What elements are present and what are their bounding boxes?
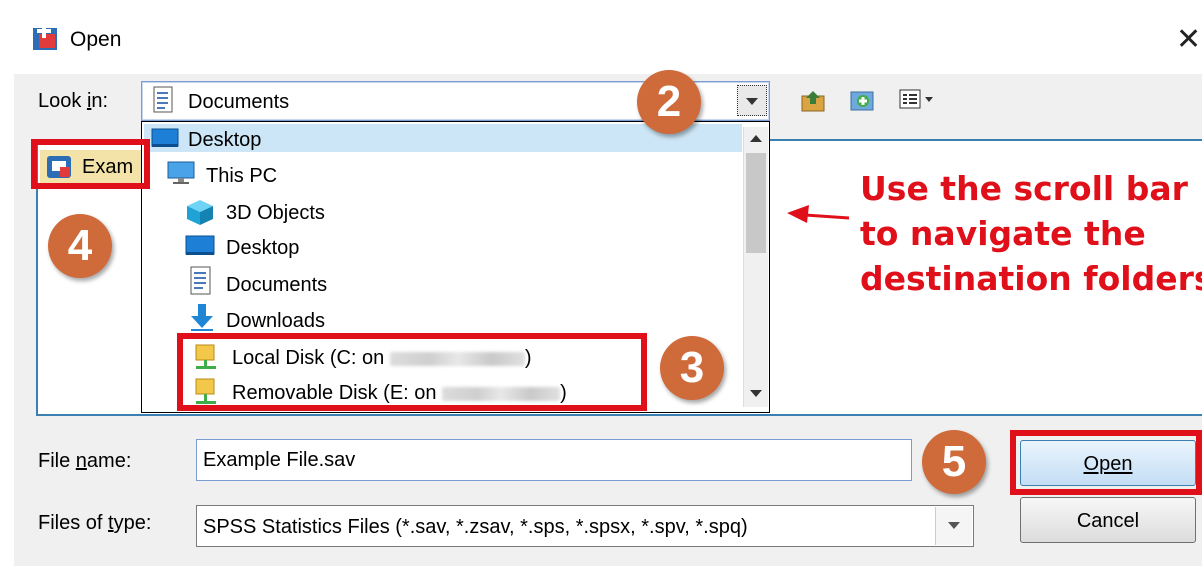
spss-app-icon — [33, 24, 57, 50]
dropdown-item-label[interactable]: 3D Objects — [226, 203, 325, 223]
dropdown-item-label[interactable]: Desktop — [226, 238, 299, 258]
step-badge-4: 4 — [48, 214, 112, 278]
scroll-down-icon[interactable] — [747, 386, 765, 402]
cube-icon — [187, 200, 213, 225]
annotation-text: Use the scroll bar to navigate the desti… — [860, 169, 1202, 298]
open-button[interactable]: Open — [1020, 440, 1196, 486]
file-type-label: Files of type: — [38, 512, 152, 534]
cancel-button[interactable]: Cancel — [1020, 497, 1196, 543]
title-bar — [0, 0, 1202, 74]
scroll-up-icon[interactable] — [747, 130, 765, 146]
scrollbar-thumb[interactable] — [746, 153, 766, 253]
highlight-box-drives — [177, 333, 647, 411]
step-badge-5: 5 — [922, 430, 986, 494]
chevron-down-icon — [746, 98, 758, 105]
highlight-box-file — [31, 139, 150, 189]
close-icon[interactable]: ✕ — [1176, 22, 1201, 57]
document-icon — [190, 266, 211, 295]
dropdown-item-label[interactable]: Downloads — [226, 311, 325, 331]
file-name-input[interactable] — [196, 439, 912, 481]
dropdown-item-label[interactable]: Desktop — [188, 130, 261, 150]
dropdown-item-label[interactable]: This PC — [206, 166, 277, 186]
look-in-value: Documents — [188, 91, 290, 113]
look-in-label: Look in: — [38, 90, 109, 112]
file-name-label: File name: — [38, 450, 132, 472]
step-badge-3: 3 — [660, 336, 724, 400]
chevron-down-icon — [948, 522, 960, 529]
file-type-dropdown-button[interactable] — [935, 507, 972, 545]
view-menu-icon[interactable] — [898, 88, 944, 112]
computer-icon — [167, 161, 195, 184]
desktop-icon — [151, 128, 179, 147]
new-folder-icon[interactable] — [849, 86, 877, 114]
step-badge-2: 2 — [637, 70, 701, 134]
window-title: Open — [70, 28, 122, 51]
up-one-level-icon[interactable] — [800, 88, 826, 114]
document-icon — [153, 86, 173, 113]
desktop-icon — [185, 235, 215, 255]
dropdown-item-label[interactable]: Documents — [226, 275, 327, 295]
look-in-dropdown-button[interactable] — [737, 85, 767, 116]
annotation-arrow-icon — [787, 205, 850, 223]
download-arrow-icon — [191, 304, 213, 331]
file-type-value: SPSS Statistics Files (*.sav, *.zsav, *.… — [203, 516, 748, 538]
